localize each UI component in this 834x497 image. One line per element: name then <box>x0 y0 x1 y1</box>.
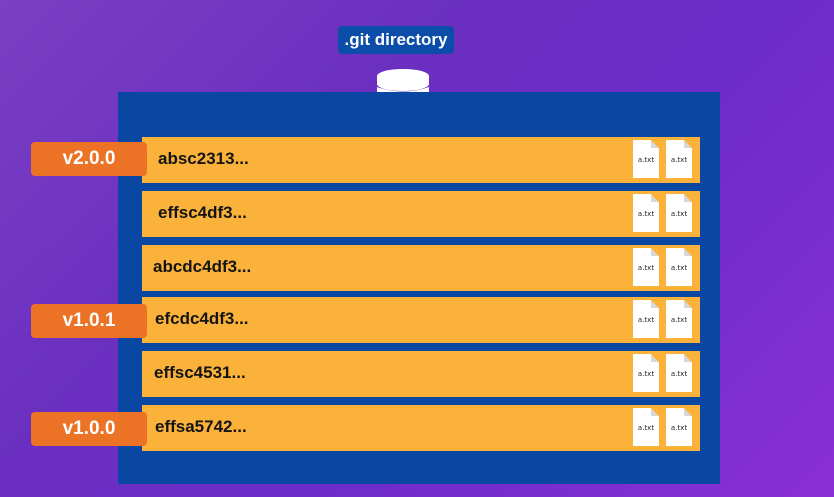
file-name: a.txt <box>637 316 655 324</box>
commit-hash: effsc4531... <box>154 363 246 382</box>
commit-files: a.txt a.txt <box>633 354 692 394</box>
commit-files: a.txt a.txt <box>633 300 692 340</box>
text-file-icon: a.txt <box>633 408 659 446</box>
commit-row[interactable]: abcdc4df3... a.txt a.txt <box>142 245 700 291</box>
text-file-icon: a.txt <box>666 248 692 286</box>
file-name: a.txt <box>637 264 655 272</box>
commit-hash: efcdc4df3... <box>155 309 249 328</box>
text-file-icon: a.txt <box>633 300 659 338</box>
commit-files: a.txt a.txt <box>633 248 692 288</box>
tag-label[interactable]: v1.0.1 <box>31 304 147 338</box>
file-name: a.txt <box>637 210 655 218</box>
commit-row[interactable]: absc2313... a.txt a.txt <box>142 137 700 183</box>
commit-row[interactable]: effsc4531... a.txt a.txt <box>142 351 700 397</box>
text-file-icon: a.txt <box>666 354 692 392</box>
text-file-icon: a.txt <box>633 248 659 286</box>
file-name: a.txt <box>637 156 655 164</box>
file-name: a.txt <box>670 156 688 164</box>
tag-label[interactable]: v1.0.0 <box>31 412 147 446</box>
file-name: a.txt <box>670 264 688 272</box>
commit-files: a.txt a.txt <box>633 194 692 234</box>
text-file-icon: a.txt <box>633 194 659 232</box>
text-file-icon: a.txt <box>666 140 692 178</box>
file-name: a.txt <box>670 210 688 218</box>
file-name: a.txt <box>637 370 655 378</box>
git-directory-title: .git directory <box>338 26 454 54</box>
commit-row[interactable]: efcdc4df3... a.txt a.txt <box>142 297 700 343</box>
commit-hash: abcdc4df3... <box>153 257 252 276</box>
commit-hash: effsa5742... <box>155 417 247 436</box>
text-file-icon: a.txt <box>633 354 659 392</box>
file-name: a.txt <box>637 424 655 432</box>
commit-row[interactable]: effsc4df3... a.txt a.txt <box>142 191 700 237</box>
commit-row[interactable]: effsa5742... a.txt a.txt <box>142 405 700 451</box>
tag-label[interactable]: v2.0.0 <box>31 142 147 176</box>
commit-files: a.txt a.txt <box>633 140 692 180</box>
file-name: a.txt <box>670 370 688 378</box>
text-file-icon: a.txt <box>666 408 692 446</box>
commit-hash: absc2313... <box>158 149 249 168</box>
commit-files: a.txt a.txt <box>633 408 692 448</box>
file-name: a.txt <box>670 424 688 432</box>
commit-hash: effsc4df3... <box>158 203 247 222</box>
text-file-icon: a.txt <box>633 140 659 178</box>
text-file-icon: a.txt <box>666 300 692 338</box>
file-name: a.txt <box>670 316 688 324</box>
text-file-icon: a.txt <box>666 194 692 232</box>
